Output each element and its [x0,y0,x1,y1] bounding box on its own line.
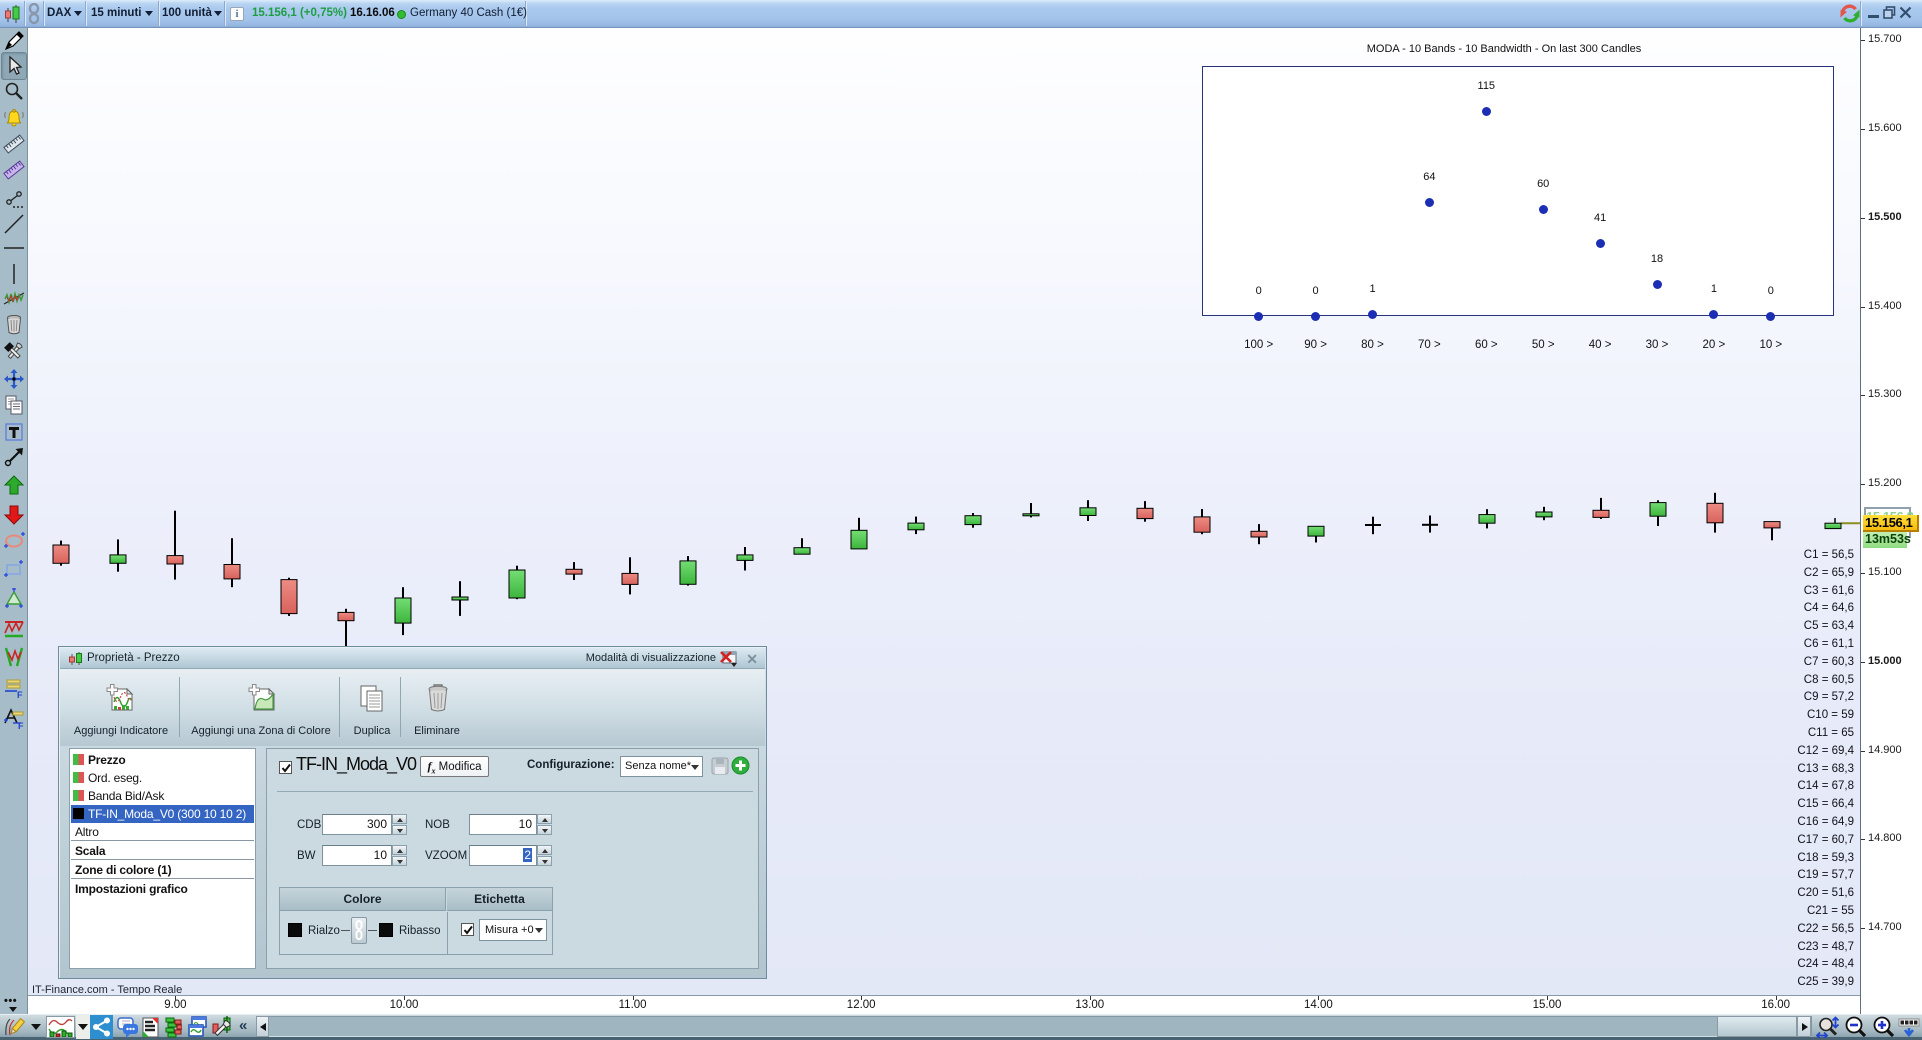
svg-text:F: F [18,721,24,729]
svg-text:F: F [17,690,23,699]
